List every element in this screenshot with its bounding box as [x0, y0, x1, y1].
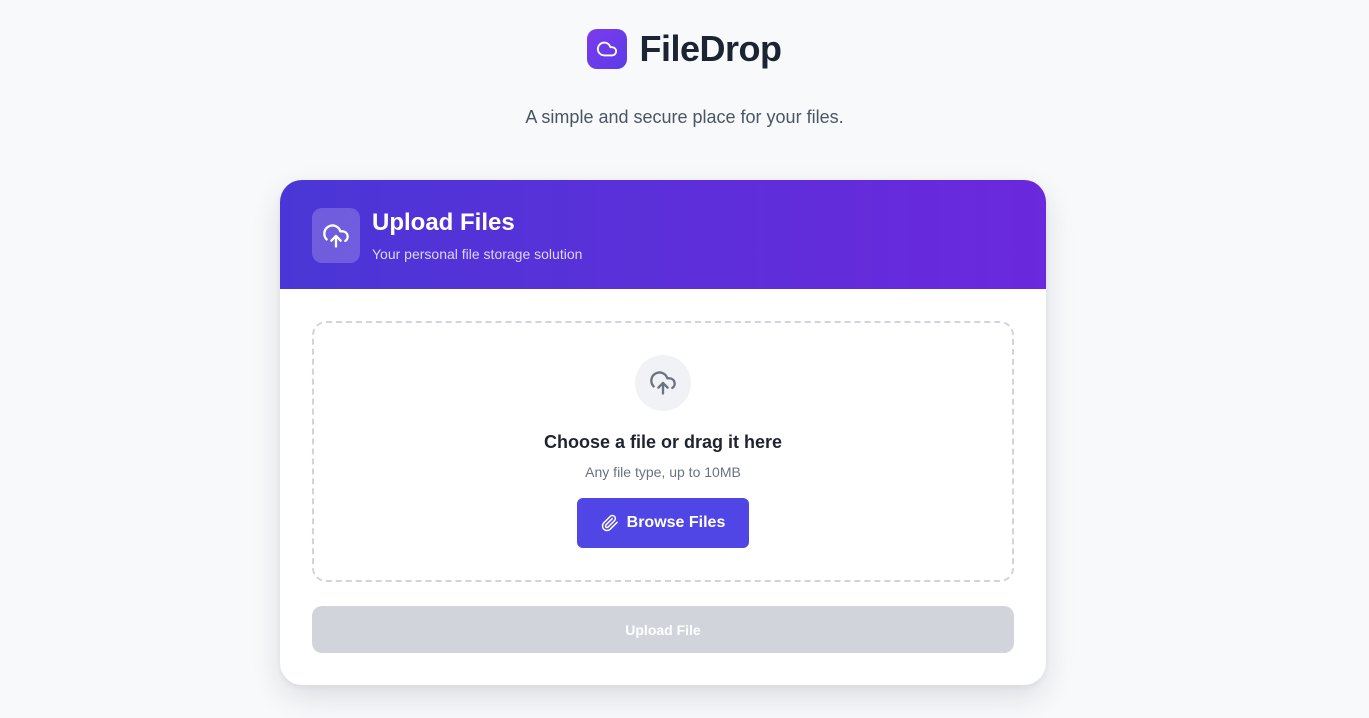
upload-card: Upload Files Your personal file storage …	[280, 180, 1046, 685]
upload-file-button[interactable]: Upload File	[312, 606, 1014, 653]
card-header: Upload Files Your personal file storage …	[280, 180, 1046, 289]
browse-files-button[interactable]: Browse Files	[577, 498, 749, 548]
app-title: FileDrop	[639, 28, 782, 69]
dropzone-title: Choose a file or drag it here	[543, 432, 783, 452]
card-title: Upload Files	[372, 209, 515, 236]
tagline: A simple and secure place for your files…	[525, 107, 844, 127]
card-subtitle: Your personal file storage solution	[372, 246, 583, 262]
paperclip-icon	[601, 514, 619, 532]
brand-header: FileDrop	[0, 29, 1369, 69]
dropzone-hint: Any file type, up to 10MB	[585, 464, 741, 480]
cloud-upload-icon	[312, 208, 360, 263]
cloud-icon	[587, 29, 628, 69]
cloud-upload-icon	[635, 355, 691, 411]
file-dropzone[interactable]: Choose a file or drag it here Any file t…	[312, 321, 1014, 582]
browse-files-label: Browse Files	[626, 514, 726, 531]
